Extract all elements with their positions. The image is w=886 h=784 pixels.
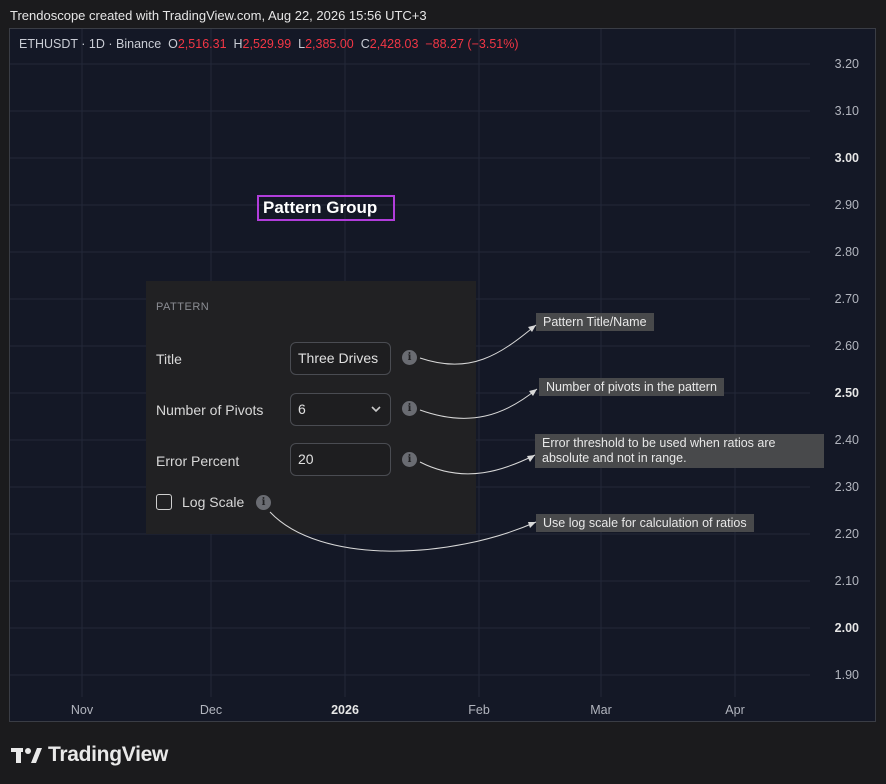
tradingview-logo-text: TradingView — [48, 743, 169, 766]
title-input[interactable]: Three Drives — [290, 342, 391, 375]
x-tick: Nov — [70, 703, 94, 717]
y-tick: 3.20 — [834, 57, 859, 71]
chevron-down-icon — [370, 394, 382, 437]
y-tick: 3.00 — [834, 151, 859, 165]
x-tick: Feb — [468, 703, 490, 717]
low-value: 2,385.00 — [305, 37, 354, 51]
pattern-group-title: Pattern Group — [257, 195, 395, 221]
x-tick: Dec — [199, 703, 223, 717]
symbol-name: ETHUSDT · 1D · Binance — [19, 37, 162, 51]
y-tick: 2.10 — [834, 574, 859, 588]
tradingview-logo[interactable]: TradingView — [11, 740, 168, 770]
x-tick: Mar — [590, 703, 612, 717]
section-header: PATTERN — [156, 301, 210, 313]
tooltip-log: Use log scale for calculation of ratios — [536, 514, 754, 532]
chart-area[interactable]: ETHUSDT · 1D · Binance O2,516.31 H2,529.… — [9, 28, 876, 722]
open-label: O — [168, 37, 178, 51]
tradingview-logo-icon — [11, 748, 42, 763]
y-tick: 2.70 — [834, 292, 859, 306]
info-icon[interactable]: i — [402, 452, 417, 467]
info-icon[interactable]: i — [402, 401, 417, 416]
x-tick: 2026 — [331, 703, 359, 717]
tooltip-title: Pattern Title/Name — [536, 313, 654, 331]
close-value: 2,428.03 — [369, 37, 419, 51]
y-tick: 1.90 — [834, 668, 859, 682]
x-tick: Apr — [725, 703, 745, 717]
y-tick: 2.30 — [834, 480, 859, 494]
high-label: H — [233, 37, 243, 51]
y-tick: 2.50 — [834, 386, 859, 400]
pivots-label: Number of Pivots — [156, 402, 264, 418]
tooltip-error: Error threshold to be used when ratios a… — [535, 434, 824, 468]
y-tick: 2.20 — [834, 527, 859, 541]
title-label: Title — [156, 351, 182, 367]
price-change: −88.27 (−3.51%) — [425, 37, 519, 51]
log-scale-label: Log Scale — [182, 494, 245, 510]
y-tick: 2.80 — [834, 245, 859, 259]
error-label: Error Percent — [156, 453, 240, 469]
log-scale-checkbox[interactable] — [156, 494, 172, 510]
info-icon[interactable]: i — [256, 495, 271, 510]
pivots-value: 6 — [298, 401, 306, 417]
y-tick: 2.40 — [834, 433, 859, 447]
pivots-select[interactable]: 6 — [290, 393, 391, 426]
y-tick: 2.00 — [834, 621, 859, 635]
symbol-info: ETHUSDT · 1D · Binance O2,516.31 H2,529.… — [19, 37, 519, 51]
y-tick: 3.10 — [834, 104, 859, 118]
info-icon[interactable]: i — [402, 350, 417, 365]
tooltip-pivots: Number of pivots in the pattern — [539, 378, 724, 396]
close-label: C — [360, 37, 370, 51]
error-input[interactable]: 20 — [290, 443, 391, 476]
y-tick: 2.60 — [834, 339, 859, 353]
high-value: 2,529.99 — [242, 37, 292, 51]
pattern-settings-panel: PATTERN Title Three Drives i Number of P… — [146, 281, 476, 534]
chart-credit: Trendoscope created with TradingView.com… — [10, 8, 427, 23]
y-tick: 2.90 — [834, 198, 859, 212]
open-value: 2,516.31 — [177, 37, 227, 51]
